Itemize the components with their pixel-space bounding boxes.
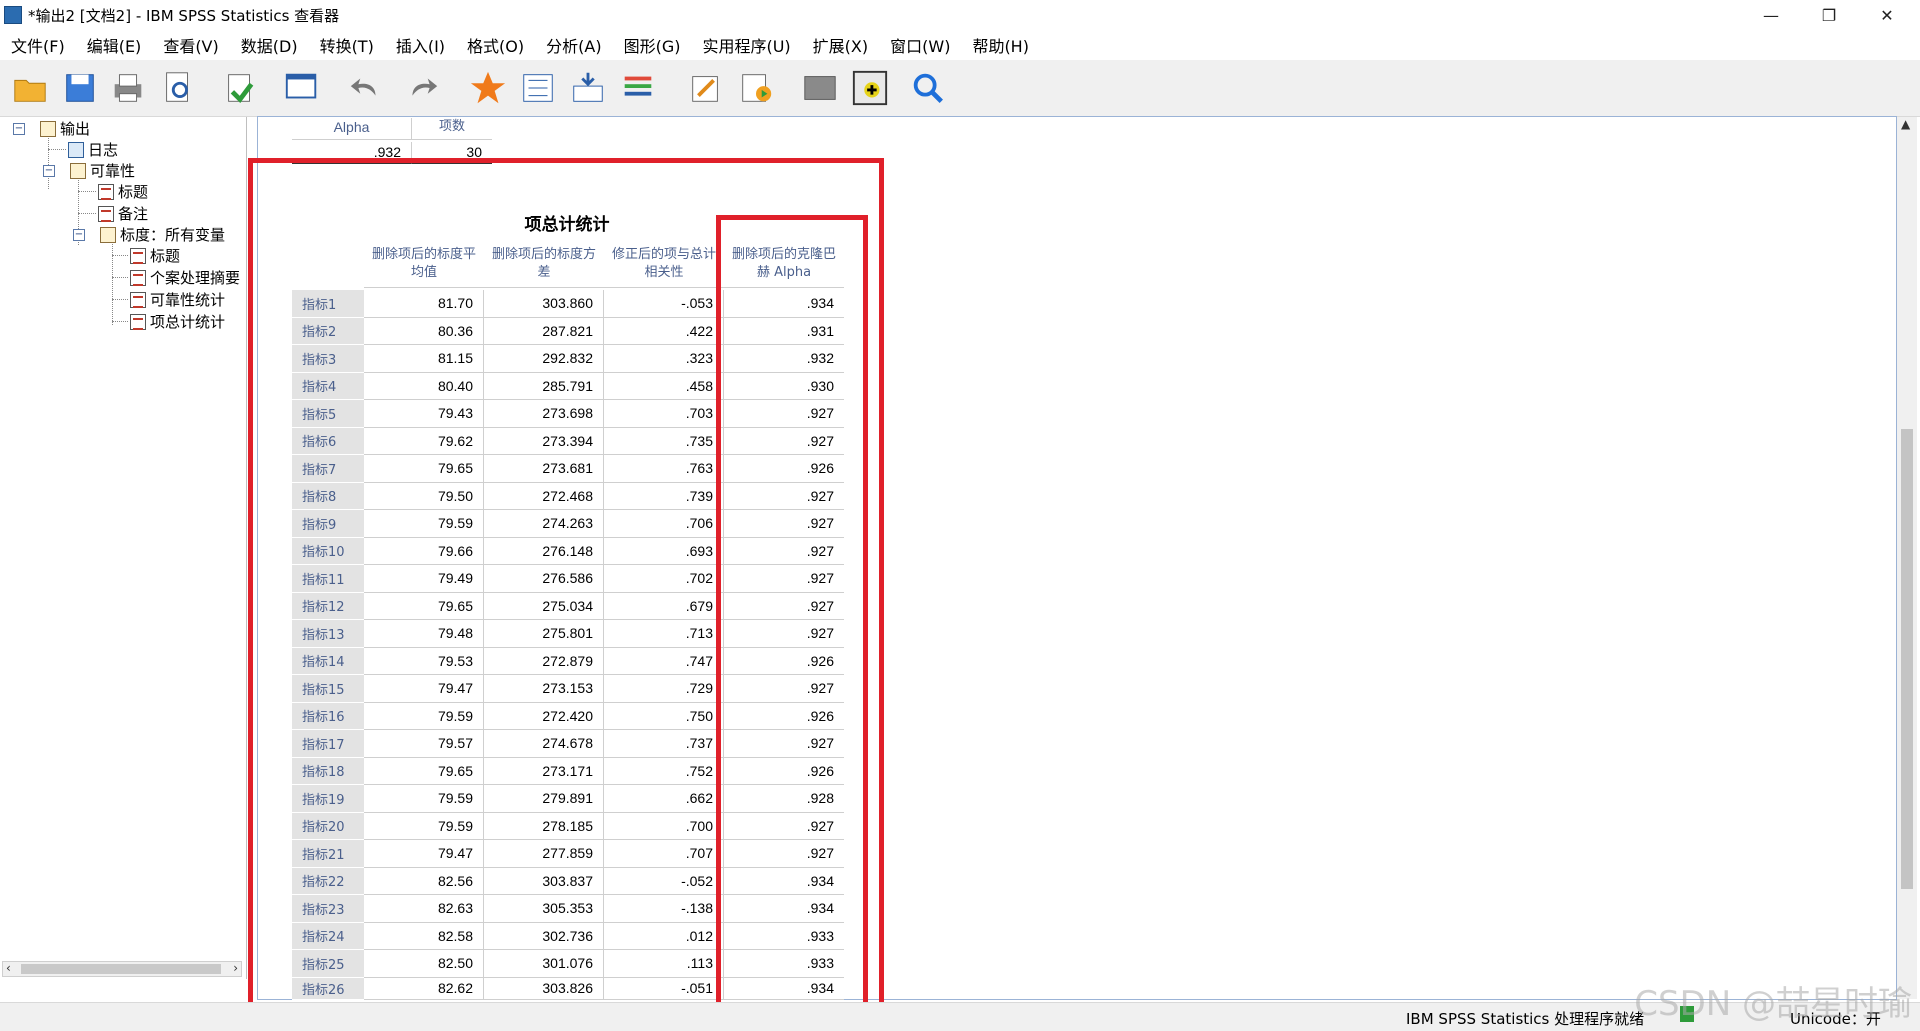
log-icon: [68, 141, 84, 158]
table-icon: [130, 269, 146, 286]
tree-node-output[interactable]: 输出: [40, 118, 90, 139]
menu-item-10[interactable]: 扩展(X): [802, 33, 879, 57]
highlight-alpha-column-box: [716, 215, 868, 1018]
menu-bar: 文件(F) 编辑(E) 查看(V) 数据(D) 转换(T) 插入(I) 格式(O) 分析(A)…: [0, 30, 1920, 60]
collapse-scale-toggle[interactable]: −: [73, 229, 85, 241]
item-count-header: 项数: [412, 118, 492, 140]
tree-node-reliability[interactable]: 可靠性: [70, 160, 135, 181]
edit-icon[interactable]: [686, 68, 726, 108]
hidden-icon[interactable]: [800, 68, 840, 108]
content-vertical-scrollbar[interactable]: ▲: [1897, 117, 1917, 999]
notes-icon: [98, 205, 114, 222]
undo-icon[interactable]: [346, 68, 386, 108]
menu-item-5[interactable]: 插入(I): [385, 33, 456, 57]
title-icon: [130, 247, 146, 264]
scrollbar-thumb[interactable]: [21, 964, 221, 974]
insert-cases-icon[interactable]: [568, 68, 608, 108]
menu-item-1[interactable]: 编辑(E): [76, 33, 153, 57]
toolbar: [0, 60, 1920, 117]
recall-dialog-icon[interactable]: [282, 68, 322, 108]
tree-node-reliability-stats[interactable]: 可靠性统计: [130, 289, 225, 310]
scroll-right-icon[interactable]: ›: [233, 961, 238, 975]
processor-status: IBM SPSS Statistics 处理程序就绪: [1406, 1010, 1645, 1028]
menu-item-12[interactable]: 帮助(H): [961, 33, 1040, 57]
tree-node-scale-title[interactable]: 标题: [130, 245, 180, 266]
collapse-reliability-toggle[interactable]: −: [43, 165, 55, 177]
title-bar: *输出2 [文档2] - IBM SPSS Statistics 查看器 — ❐…: [0, 0, 1920, 30]
run-icon[interactable]: [736, 68, 776, 108]
procedure-icon: [70, 162, 86, 179]
find-icon[interactable]: [908, 68, 948, 108]
menu-item-11[interactable]: 窗口(W): [879, 33, 961, 57]
tree-node-notes[interactable]: 备注: [98, 203, 148, 224]
tree-node-case-summary[interactable]: 个案处理摘要: [130, 267, 240, 288]
goto-variable-icon[interactable]: [518, 68, 558, 108]
scrollbar-thumb[interactable]: [1901, 429, 1913, 889]
menu-item-8[interactable]: 图形(G): [613, 33, 692, 57]
table-icon: [130, 313, 146, 330]
menu-item-6[interactable]: 格式(O): [456, 33, 535, 57]
print-icon[interactable]: [108, 68, 148, 108]
scroll-left-icon[interactable]: ‹: [6, 961, 11, 975]
outline-tree: − 输出 日志 − 可靠性 标题 备注 − 标度：所有变量 标题 个案处理摘要 …: [0, 117, 246, 977]
window-title: *输出2 [文档2] - IBM SPSS Statistics 查看器: [28, 6, 340, 25]
save-icon[interactable]: [60, 68, 100, 108]
tree-node-log[interactable]: 日志: [68, 139, 118, 160]
tree-node-title[interactable]: 标题: [98, 181, 148, 202]
print-preview-icon[interactable]: [158, 68, 198, 108]
menu-item-7[interactable]: 分析(A): [535, 33, 612, 57]
menu-item-0[interactable]: 文件(F): [0, 33, 76, 57]
restore-button[interactable]: ❐: [1800, 0, 1858, 30]
status-bar: IBM SPSS Statistics 处理程序就绪 Unicode：开: [0, 1002, 1920, 1031]
tree-node-scale[interactable]: 标度：所有变量: [100, 224, 225, 245]
scroll-up-icon[interactable]: ▲: [1901, 117, 1910, 131]
spss-app-icon: [4, 6, 22, 24]
table-icon: [130, 291, 146, 308]
menu-item-2[interactable]: 查看(V): [152, 33, 229, 57]
scale-icon: [100, 226, 116, 243]
close-button[interactable]: ✕: [1858, 0, 1916, 30]
minimize-button[interactable]: —: [1742, 0, 1800, 30]
menu-item-4[interactable]: 转换(T): [309, 33, 385, 57]
navigator-horizontal-scrollbar[interactable]: ‹ ›: [2, 961, 242, 977]
open-folder-icon[interactable]: [10, 68, 50, 108]
title-icon: [98, 183, 114, 200]
collapse-root-toggle[interactable]: −: [13, 123, 25, 135]
designate-window-icon[interactable]: [850, 68, 890, 108]
output-icon: [40, 120, 56, 137]
watermark: CSDN @喆星时瑜: [1634, 984, 1912, 1024]
export-icon[interactable]: [220, 68, 260, 108]
menu-item-3[interactable]: 数据(D): [230, 33, 309, 57]
alpha-header: Alpha: [292, 118, 412, 140]
goto-case-icon[interactable]: [468, 68, 508, 108]
menu-item-9[interactable]: 实用程序(U): [691, 33, 801, 57]
redo-icon[interactable]: [402, 68, 442, 108]
output-navigator: − 输出 日志 − 可靠性 标题 备注 − 标度：所有变量 标题 个案处理摘要 …: [0, 117, 247, 979]
tree-node-item-total[interactable]: 项总计统计: [130, 311, 225, 332]
variables-icon[interactable]: [618, 68, 658, 108]
